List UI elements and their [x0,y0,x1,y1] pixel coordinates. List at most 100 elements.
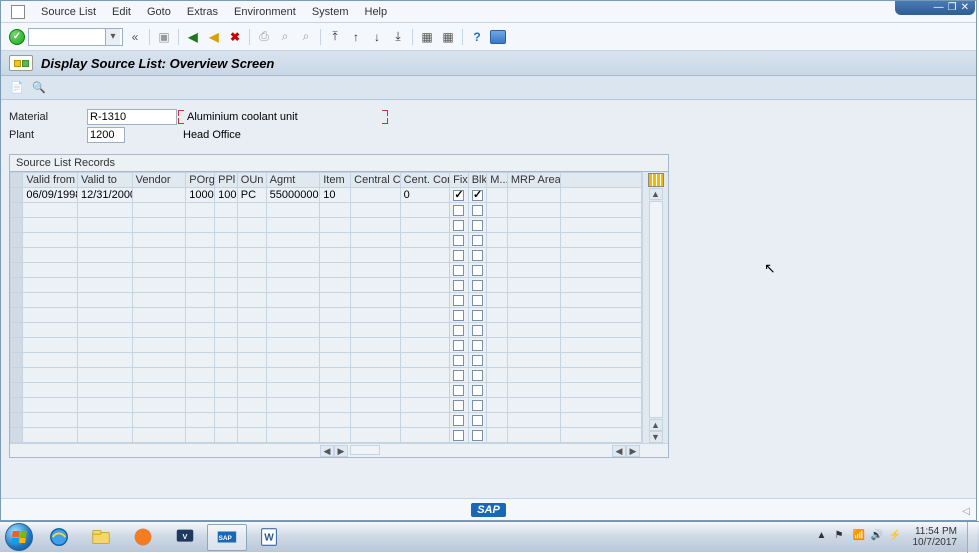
checkbox-unchecked[interactable] [472,325,483,336]
cell-m[interactable] [487,413,508,428]
cell-vendor[interactable] [132,383,186,398]
cell-ppl[interactable] [215,203,238,218]
cell-extra[interactable] [561,398,642,413]
cell-centralco[interactable] [351,398,400,413]
col-fix[interactable]: Fix [450,173,469,188]
cell-oun[interactable] [237,413,266,428]
checkbox-unchecked[interactable] [472,310,483,321]
cell-blk[interactable] [468,368,487,383]
cell-centralco[interactable] [351,383,400,398]
tray-action-center-icon[interactable]: ⚑ [835,530,849,544]
cell-fix[interactable] [450,398,469,413]
hscroll-left-button[interactable]: ◀ [320,445,334,457]
cell-centcon[interactable] [400,263,449,278]
find-next-button[interactable]: ⌕ [297,28,315,46]
cell-ppl[interactable] [215,278,238,293]
cell-rowsel[interactable] [11,398,23,413]
cell-agmt[interactable] [266,278,320,293]
cell-vendor[interactable] [132,308,186,323]
cell-agmt[interactable] [266,263,320,278]
cell-item[interactable] [320,218,351,233]
checkbox-unchecked[interactable] [453,280,464,291]
show-desktop-button[interactable] [967,522,977,553]
cell-m[interactable] [487,368,508,383]
cell-mrp[interactable] [507,428,561,443]
checkbox-unchecked[interactable] [472,205,483,216]
cell-validfrom[interactable] [23,323,78,338]
cell-item[interactable] [320,278,351,293]
cell-oun[interactable] [237,278,266,293]
cell-validto[interactable] [78,398,133,413]
cell-mrp[interactable] [507,323,561,338]
cell-ppl[interactable] [215,413,238,428]
cell-m[interactable] [487,323,508,338]
cell-item[interactable] [320,308,351,323]
taskbar-ie[interactable] [39,524,79,551]
cell-oun[interactable] [237,353,266,368]
col-valid-to[interactable]: Valid to [78,173,133,188]
cell-blk[interactable] [468,278,487,293]
cell-centralco[interactable] [351,293,400,308]
vertical-scrollbar[interactable] [649,201,663,418]
cell-validto[interactable] [78,233,133,248]
statusbar-expand-icon[interactable]: ◁ [962,506,970,517]
cell-centcon[interactable] [400,413,449,428]
cell-validto[interactable] [78,293,133,308]
cell-mrp[interactable] [507,413,561,428]
checkbox-unchecked[interactable] [453,235,464,246]
cell-ppl[interactable] [215,218,238,233]
cell-rowsel[interactable] [11,428,23,443]
cell-vendor[interactable] [132,338,186,353]
cell-mrp[interactable] [507,368,561,383]
col-vendor[interactable]: Vendor [132,173,186,188]
checkbox-unchecked[interactable] [472,355,483,366]
cell-ppl[interactable] [215,368,238,383]
checkbox-unchecked[interactable] [472,265,483,276]
cell-vendor[interactable] [132,218,186,233]
cell-mrp[interactable] [507,293,561,308]
scroll-down-end-button[interactable]: ▲ [649,419,663,431]
menu-help[interactable]: Help [365,6,388,18]
cell-centcon[interactable] [400,428,449,443]
tray-clock[interactable]: 11:54 PM 10/7/2017 [907,526,964,548]
cell-blk[interactable] [468,308,487,323]
table-row[interactable] [11,413,642,428]
cell-rowsel[interactable] [11,383,23,398]
cell-rowsel[interactable] [11,233,23,248]
checkbox-unchecked[interactable] [453,430,464,441]
cell-validto[interactable] [78,323,133,338]
cell-item[interactable] [320,428,351,443]
configure-columns-button[interactable] [648,173,664,187]
col-mrp-ind[interactable]: M... [487,173,508,188]
checkbox-unchecked[interactable] [472,280,483,291]
cell-validfrom[interactable] [23,353,78,368]
cell-centralco[interactable] [351,368,400,383]
cell-extra[interactable] [561,323,642,338]
cell-ppl[interactable] [215,308,238,323]
checkbox-unchecked[interactable] [453,340,464,351]
cell-oun[interactable] [237,368,266,383]
checkbox-unchecked[interactable] [453,355,464,366]
cell-vendor[interactable] [132,188,186,203]
cell-rowsel[interactable] [11,218,23,233]
cell-ppl[interactable] [215,263,238,278]
cell-extra[interactable] [561,203,642,218]
cell-validfrom[interactable]: 06/09/1998 [23,188,78,203]
cell-agmt[interactable] [266,293,320,308]
checkbox-unchecked[interactable] [453,325,464,336]
cell-m[interactable] [487,383,508,398]
cell-porg[interactable] [186,383,215,398]
plant-input[interactable] [87,127,125,143]
col-ppl[interactable]: PPl [215,173,238,188]
cell-porg[interactable] [186,203,215,218]
menu-extras[interactable]: Extras [187,6,218,18]
cell-vendor[interactable] [132,323,186,338]
cell-oun[interactable] [237,428,266,443]
tray-show-hidden-icon[interactable]: ▲ [817,530,831,544]
cell-agmt[interactable] [266,308,320,323]
cell-item[interactable] [320,398,351,413]
cell-rowsel[interactable] [11,353,23,368]
cell-extra[interactable] [561,188,642,203]
cell-item[interactable] [320,413,351,428]
cell-vendor[interactable] [132,263,186,278]
